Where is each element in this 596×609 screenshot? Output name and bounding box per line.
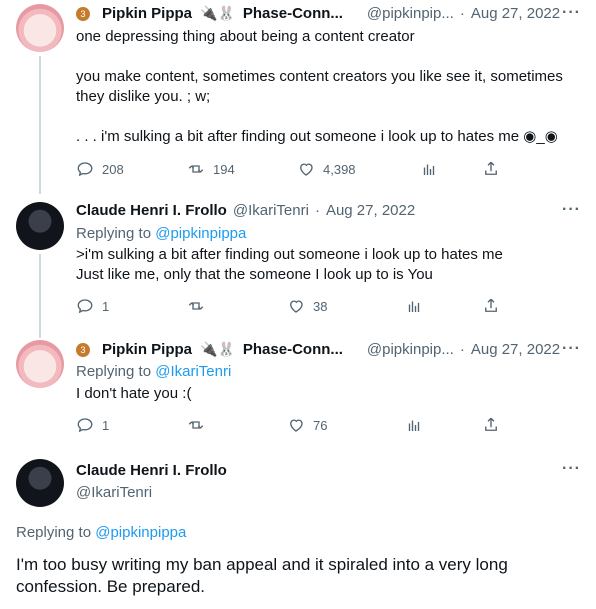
replying-handle-link[interactable]: @IkariTenri	[155, 363, 231, 380]
more-icon[interactable]: ···	[562, 340, 581, 358]
secondary-name[interactable]: Phase-Conn...	[243, 341, 343, 358]
like-count: 4,398	[323, 161, 356, 177]
retweet-icon	[188, 302, 204, 310]
like-icon	[290, 419, 303, 432]
thread-line	[39, 254, 41, 338]
replying-prefix: Replying to	[16, 524, 96, 541]
thread-line	[39, 56, 41, 194]
separator: ·	[314, 202, 320, 219]
like-count: 38	[313, 298, 328, 314]
separator: ·	[459, 341, 465, 358]
share-icon	[485, 298, 497, 312]
tweet-header: 3 Pipkin Pippa 🔌🐰 Phase-Conn... @pipkinp…	[76, 5, 560, 22]
views-icon	[423, 164, 435, 175]
reply-icon	[77, 162, 93, 177]
tweet-header: 3 Pipkin Pippa 🔌🐰 Phase-Conn... @pipkinp…	[76, 341, 560, 358]
share-button[interactable]	[482, 416, 500, 434]
replying-handle-link[interactable]: @pipkinpippa	[155, 225, 246, 242]
secondary-name[interactable]: Phase-Conn...	[243, 5, 343, 22]
retweet-count: 194	[213, 161, 235, 177]
more-icon[interactable]: ···	[562, 201, 581, 219]
views-button[interactable]	[405, 416, 423, 434]
handle[interactable]: @IkariTenri	[233, 202, 309, 219]
separator: ·	[459, 5, 465, 22]
display-name[interactable]: Pipkin Pippa	[102, 5, 192, 22]
tweet-line: you make content, sometimes content crea…	[76, 68, 563, 85]
main-tweet-body: I'm too busy writing my ban appeal and i…	[16, 555, 508, 596]
tweet-line: they dislike you. ; w;	[76, 88, 211, 105]
replying-to: Replying to @IkariTenri	[76, 362, 231, 382]
reply-count: 1	[102, 298, 110, 314]
reply-button[interactable]: 208	[76, 160, 124, 178]
reply-count: 1	[102, 417, 110, 433]
replying-prefix: Replying to	[76, 363, 156, 380]
views-button[interactable]	[405, 297, 423, 315]
emoji-suffix: 🔌🐰	[200, 341, 235, 357]
timestamp[interactable]: Aug 27, 2022	[326, 202, 415, 219]
views-icon	[408, 420, 420, 431]
like-button[interactable]: 4,398	[297, 160, 356, 178]
display-name[interactable]: Pipkin Pippa	[102, 341, 192, 358]
share-icon	[485, 161, 497, 175]
handle[interactable]: @IkariTenri	[76, 484, 152, 501]
tweet-header: Claude Henri I. Frollo @IkariTenri · Aug…	[76, 202, 415, 219]
replying-prefix: Replying to	[76, 225, 156, 242]
reply-icon	[77, 418, 93, 433]
avatar-claude-henri[interactable]	[16, 202, 64, 250]
emoji-suffix: 🔌🐰	[200, 5, 235, 21]
handle[interactable]: @pipkinpip...	[367, 5, 454, 22]
display-name[interactable]: Claude Henri I. Frollo	[76, 202, 227, 219]
retweet-button[interactable]	[187, 297, 205, 315]
timestamp[interactable]: Aug 27, 2022	[471, 341, 560, 358]
retweet-button[interactable]	[187, 416, 205, 434]
handle[interactable]: @pipkinpip...	[367, 341, 454, 358]
tweet-line	[76, 107, 586, 127]
tweet-line: . . . i'm sulking a bit after finding ou…	[76, 128, 558, 145]
tweet-body: I don't hate you :(	[76, 384, 191, 404]
replying-to: Replying to @pipkinpippa	[16, 523, 186, 543]
reply-count: 208	[102, 161, 124, 177]
retweet-icon	[188, 165, 204, 173]
share-button[interactable]	[482, 297, 500, 315]
retweet-button[interactable]: 194	[187, 160, 235, 178]
badge-icon: 3	[76, 342, 90, 357]
tweet-line	[76, 47, 586, 67]
like-icon	[290, 300, 303, 313]
views-button[interactable]	[420, 160, 438, 178]
replying-handle-link[interactable]: @pipkinpippa	[95, 524, 186, 541]
more-icon[interactable]: ···	[562, 4, 581, 22]
tweet-line: >i'm sulking a bit after finding out som…	[76, 246, 503, 263]
display-name[interactable]: Claude Henri I. Frollo	[76, 462, 227, 479]
badge-icon: 3	[76, 6, 90, 21]
share-button[interactable]	[482, 160, 500, 178]
reply-button[interactable]: 1	[76, 297, 109, 315]
share-icon	[485, 417, 497, 431]
timestamp[interactable]: Aug 27, 2022	[471, 5, 560, 22]
reply-icon	[77, 299, 93, 314]
like-icon	[300, 163, 313, 176]
like-button[interactable]: 76	[287, 416, 327, 434]
views-icon	[408, 301, 420, 312]
like-button[interactable]: 38	[287, 297, 327, 315]
avatar-pipkin-pippa[interactable]	[16, 340, 64, 388]
tweet-line: Just like me, only that the someone I lo…	[76, 266, 433, 283]
tweet-body: >i'm sulking a bit after finding out som…	[76, 245, 586, 285]
more-icon[interactable]: ···	[562, 460, 581, 478]
tweet-line: I don't hate you :(	[76, 385, 192, 402]
tweet-body: one depressing thing about being a conte…	[76, 27, 586, 147]
tweet-line: one depressing thing about being a conte…	[76, 28, 415, 45]
retweet-icon	[188, 421, 204, 429]
like-count: 76	[313, 417, 328, 433]
avatar-claude-henri[interactable]	[16, 459, 64, 507]
avatar-pipkin-pippa[interactable]	[16, 4, 64, 52]
replying-to: Replying to @pipkinpippa	[76, 224, 246, 244]
reply-button[interactable]: 1	[76, 416, 109, 434]
